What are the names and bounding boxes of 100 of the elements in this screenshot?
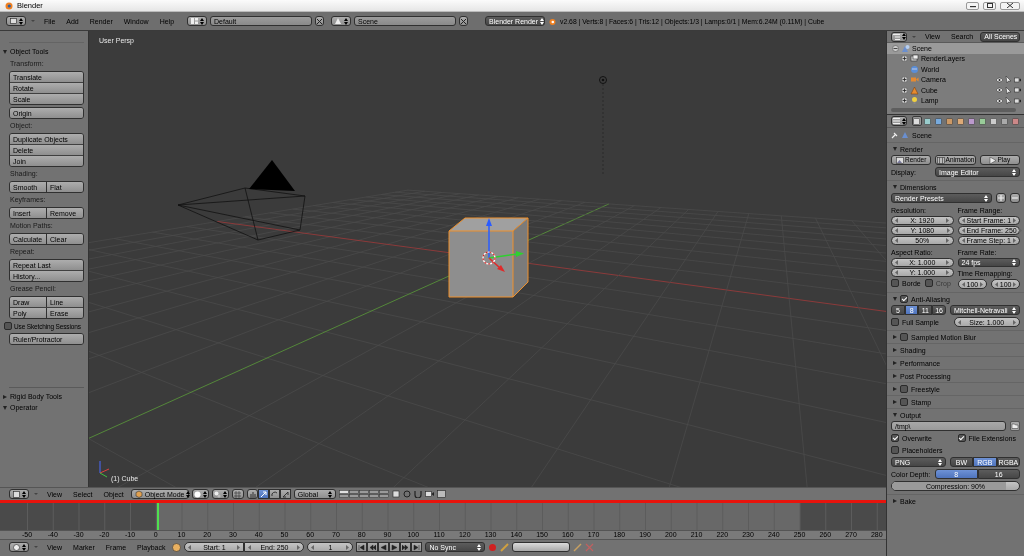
checkbox[interactable] [900,295,908,303]
expand-arrow-icon[interactable] [893,348,897,352]
render-camera-icon[interactable] [424,490,434,498]
up-down-arrows-icon [984,194,988,202]
increment-arrow-icon [297,544,301,550]
checkbox[interactable] [891,434,899,442]
camera-icon[interactable] [1014,76,1021,83]
eye-icon[interactable] [996,76,1003,83]
checkbox[interactable] [957,434,966,442]
checkbox[interactable] [900,398,908,406]
minimize-button[interactable] [966,1,979,10]
eye-icon[interactable] [996,97,1003,104]
expand-toggle-icon[interactable] [901,76,908,84]
scale-icon [281,490,289,498]
up-down-arrows-icon [477,543,482,551]
checkbox[interactable] [891,318,899,326]
layer-buttons-icon[interactable] [338,490,389,498]
expand-arrow-icon[interactable] [3,49,7,54]
increment-arrow-icon [1013,281,1017,287]
delete-button[interactable] [315,16,325,26]
scene-browse-button[interactable] [331,16,352,26]
layout-browse-button[interactable] [187,16,208,26]
globe-icon [910,64,919,74]
next-keyframe-icon [402,543,410,551]
up-down-arrows-icon [540,17,545,25]
editor-type-button[interactable] [891,31,907,42]
up-down-arrows-icon [21,543,26,551]
increment-arrow-icon [980,281,984,287]
up-down-arrows-icon [1012,306,1016,314]
snap-magnet-icon[interactable] [413,490,422,498]
jump-start-icon [358,543,366,551]
camera-icon[interactable] [1014,97,1021,104]
editor-type-button[interactable] [6,16,26,26]
up-down-arrows-icon [202,490,207,498]
expand-arrow-icon[interactable] [893,387,897,391]
square-icon [1000,117,1008,125]
arrow-icon [259,490,267,498]
close-button[interactable] [1000,1,1020,10]
maximize-button[interactable] [983,1,996,10]
expand-arrow-icon[interactable] [3,394,7,399]
add-preset-button[interactable] [996,193,1006,203]
checkbox[interactable] [891,279,899,287]
camera-icon[interactable] [1014,87,1021,94]
scene-icon [334,18,342,24]
decrement-arrow-icon [957,319,961,325]
manipulator-toggle[interactable] [268,489,280,499]
expand-toggle-icon[interactable] [901,55,908,63]
grid-icon [234,490,242,498]
expand-arrow-icon[interactable] [893,499,897,503]
manipulator-toggle[interactable] [279,489,291,499]
remove-preset-button[interactable] [1010,193,1020,203]
square-icon [967,117,975,125]
expand-toggle-icon[interactable] [901,97,908,105]
expand-arrow-icon[interactable] [893,297,897,301]
checkbox[interactable] [4,322,12,330]
window-icon [9,18,17,24]
expand-arrow-icon[interactable] [893,147,897,151]
context-tab[interactable] [911,116,922,126]
checkbox[interactable] [891,446,899,454]
expand-arrow-icon[interactable] [893,185,897,189]
shading-dropdown[interactable] [191,489,209,499]
image-icon [896,156,904,164]
sphere-icon [193,490,201,498]
expand-toggle-icon[interactable] [901,86,908,94]
playback-button[interactable] [356,542,368,552]
playback-button[interactable] [367,542,379,552]
playback-button[interactable] [400,542,412,552]
expand-arrow-icon[interactable] [3,405,7,410]
rotate-icon [270,490,278,498]
delete-button[interactable] [459,16,469,26]
up-down-arrows-icon [222,490,227,498]
expand-arrow-icon[interactable] [893,374,897,378]
checkbox[interactable] [900,333,908,341]
keying-set-field[interactable] [512,542,571,552]
plus-icon [998,195,1004,201]
editor-type-button[interactable] [9,489,29,499]
expand-arrow-icon[interactable] [893,413,897,417]
snap-toggle[interactable] [231,489,244,499]
transform-manipulator-drawing [482,218,524,272]
expand-arrow-icon[interactable] [893,335,897,339]
cross-icon [317,18,323,24]
layout-grid-icon [190,18,198,24]
eye-icon[interactable] [996,87,1003,94]
playback-button[interactable] [411,542,423,552]
manipulator-toggle[interactable] [257,489,269,499]
pin-icon[interactable] [891,131,898,139]
editor-type-button[interactable] [9,542,29,552]
camera-icon [910,75,919,85]
manipulator-toggle[interactable] [246,489,258,499]
editor-type-button[interactable] [891,116,907,126]
expand-arrow-icon[interactable] [893,361,897,365]
expand-arrow-icon[interactable] [893,400,897,404]
square-icon [935,117,943,125]
maximize-icon [986,3,993,8]
checkbox[interactable] [900,385,908,393]
bulb-icon [910,96,919,106]
folder-icon[interactable] [1010,421,1020,431]
collapse-toggle-icon[interactable] [892,44,899,52]
decrement-arrow-icon [248,544,252,550]
pivot-dropdown[interactable] [211,489,229,499]
